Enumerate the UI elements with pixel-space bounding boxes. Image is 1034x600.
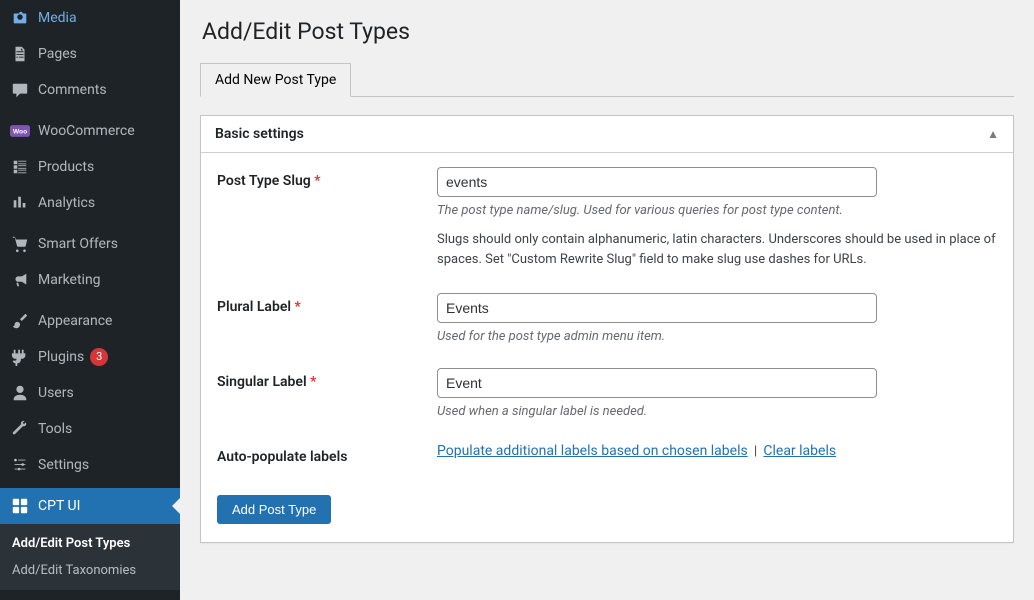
tab-add-new-post-type[interactable]: Add New Post Type xyxy=(200,63,351,97)
sidebar-item-pages[interactable]: Pages xyxy=(0,36,180,72)
input-post-type-slug[interactable] xyxy=(437,167,877,197)
sidebar-item-label: Appearance xyxy=(38,313,112,329)
desc-singular: Used when a singular label is needed. xyxy=(437,404,997,419)
sidebar-item-cpt-ui[interactable]: CPT UI xyxy=(0,488,180,524)
row-post-type-slug: Post Type Slug * The post type name/slug… xyxy=(217,167,997,269)
sidebar-item-label: CPT UI xyxy=(38,498,80,514)
comments-icon xyxy=(10,80,30,100)
input-plural-label[interactable] xyxy=(437,293,877,323)
sidebar-item-appearance[interactable]: Appearance xyxy=(0,303,180,339)
admin-sidebar: Media Pages Comments Woo WooCommerce Products… xyxy=(0,0,180,600)
sidebar-item-tools[interactable]: Tools xyxy=(0,411,180,447)
desc-plural: Used for the post type admin menu item. xyxy=(437,329,997,344)
sidebar-item-label: Plugins xyxy=(38,349,84,365)
cptui-icon xyxy=(10,496,30,516)
sidebar-item-comments[interactable]: Comments xyxy=(0,72,180,108)
link-populate-labels[interactable]: Populate additional labels based on chos… xyxy=(437,443,748,459)
megaphone-icon xyxy=(10,270,30,290)
sidebar-item-woocommerce[interactable]: Woo WooCommerce xyxy=(0,113,180,149)
page-title: Add/Edit Post Types xyxy=(202,18,1014,45)
cart-icon xyxy=(10,234,30,254)
sidebar-item-products[interactable]: Products xyxy=(0,149,180,185)
settings-icon xyxy=(10,455,30,475)
analytics-icon xyxy=(10,193,30,213)
sidebar-item-plugins[interactable]: Plugins 3 xyxy=(0,339,180,375)
sidebar-item-settings[interactable]: Settings xyxy=(0,447,180,483)
add-post-type-button[interactable]: Add Post Type xyxy=(217,495,331,524)
woo-icon: Woo xyxy=(10,121,30,141)
cptui-submenu: Add/Edit Post Types Add/Edit Taxonomies xyxy=(0,524,180,590)
wrench-icon xyxy=(10,419,30,439)
tab-bar: Add New Post Type xyxy=(200,63,1014,97)
sidebar-item-marketing[interactable]: Marketing xyxy=(0,262,180,298)
basic-settings-box: Basic settings ▲ Post Type Slug * The po… xyxy=(200,115,1014,543)
row-singular-label: Singular Label * Used when a singular la… xyxy=(217,368,997,419)
users-icon xyxy=(10,383,30,403)
sidebar-item-label: Users xyxy=(38,385,74,401)
desc-slug-extra: Slugs should only contain alphanumeric, … xyxy=(437,230,997,269)
sidebar-item-label: WooCommerce xyxy=(38,123,135,139)
sidebar-item-label: Products xyxy=(38,159,94,175)
basic-settings-body: Post Type Slug * The post type name/slug… xyxy=(201,153,1013,542)
submenu-add-edit-taxonomies[interactable]: Add/Edit Taxonomies xyxy=(0,557,180,584)
sidebar-item-smart-offers[interactable]: Smart Offers xyxy=(0,226,180,262)
plugin-icon xyxy=(10,347,30,367)
svg-text:Woo: Woo xyxy=(13,129,27,136)
update-badge: 3 xyxy=(90,348,108,366)
input-singular-label[interactable] xyxy=(437,368,877,398)
row-auto-populate: Auto-populate labels Populate additional… xyxy=(217,443,997,465)
label-auto-populate: Auto-populate labels xyxy=(217,443,437,465)
label-post-type-slug: Post Type Slug * xyxy=(217,167,437,189)
section-title: Basic settings xyxy=(215,126,304,142)
desc-post-type-slug: The post type name/slug. Used for variou… xyxy=(437,203,997,218)
collapse-icon: ▲ xyxy=(987,127,999,141)
sidebar-item-label: Tools xyxy=(38,421,72,437)
sidebar-item-analytics[interactable]: Analytics xyxy=(0,185,180,221)
sidebar-item-media[interactable]: Media xyxy=(0,0,180,36)
submenu-add-edit-post-types[interactable]: Add/Edit Post Types xyxy=(0,530,180,557)
sidebar-item-users[interactable]: Users xyxy=(0,375,180,411)
sidebar-item-label: Analytics xyxy=(38,195,95,211)
basic-settings-toggle[interactable]: Basic settings ▲ xyxy=(201,116,1013,153)
products-icon xyxy=(10,157,30,177)
media-icon xyxy=(10,8,30,28)
brush-icon xyxy=(10,311,30,331)
sidebar-item-label: Marketing xyxy=(38,272,101,288)
label-plural: Plural Label * xyxy=(217,293,437,315)
main-content: Add/Edit Post Types Add New Post Type Ba… xyxy=(180,0,1034,600)
sidebar-item-label: Pages xyxy=(38,46,77,62)
row-plural-label: Plural Label * Used for the post type ad… xyxy=(217,293,997,344)
label-singular: Singular Label * xyxy=(217,368,437,390)
pages-icon xyxy=(10,44,30,64)
sidebar-item-label: Media xyxy=(38,10,77,26)
sidebar-item-label: Comments xyxy=(38,82,107,98)
sidebar-item-label: Settings xyxy=(38,457,89,473)
sidebar-item-label: Smart Offers xyxy=(38,236,118,252)
link-clear-labels[interactable]: Clear labels xyxy=(763,443,836,459)
